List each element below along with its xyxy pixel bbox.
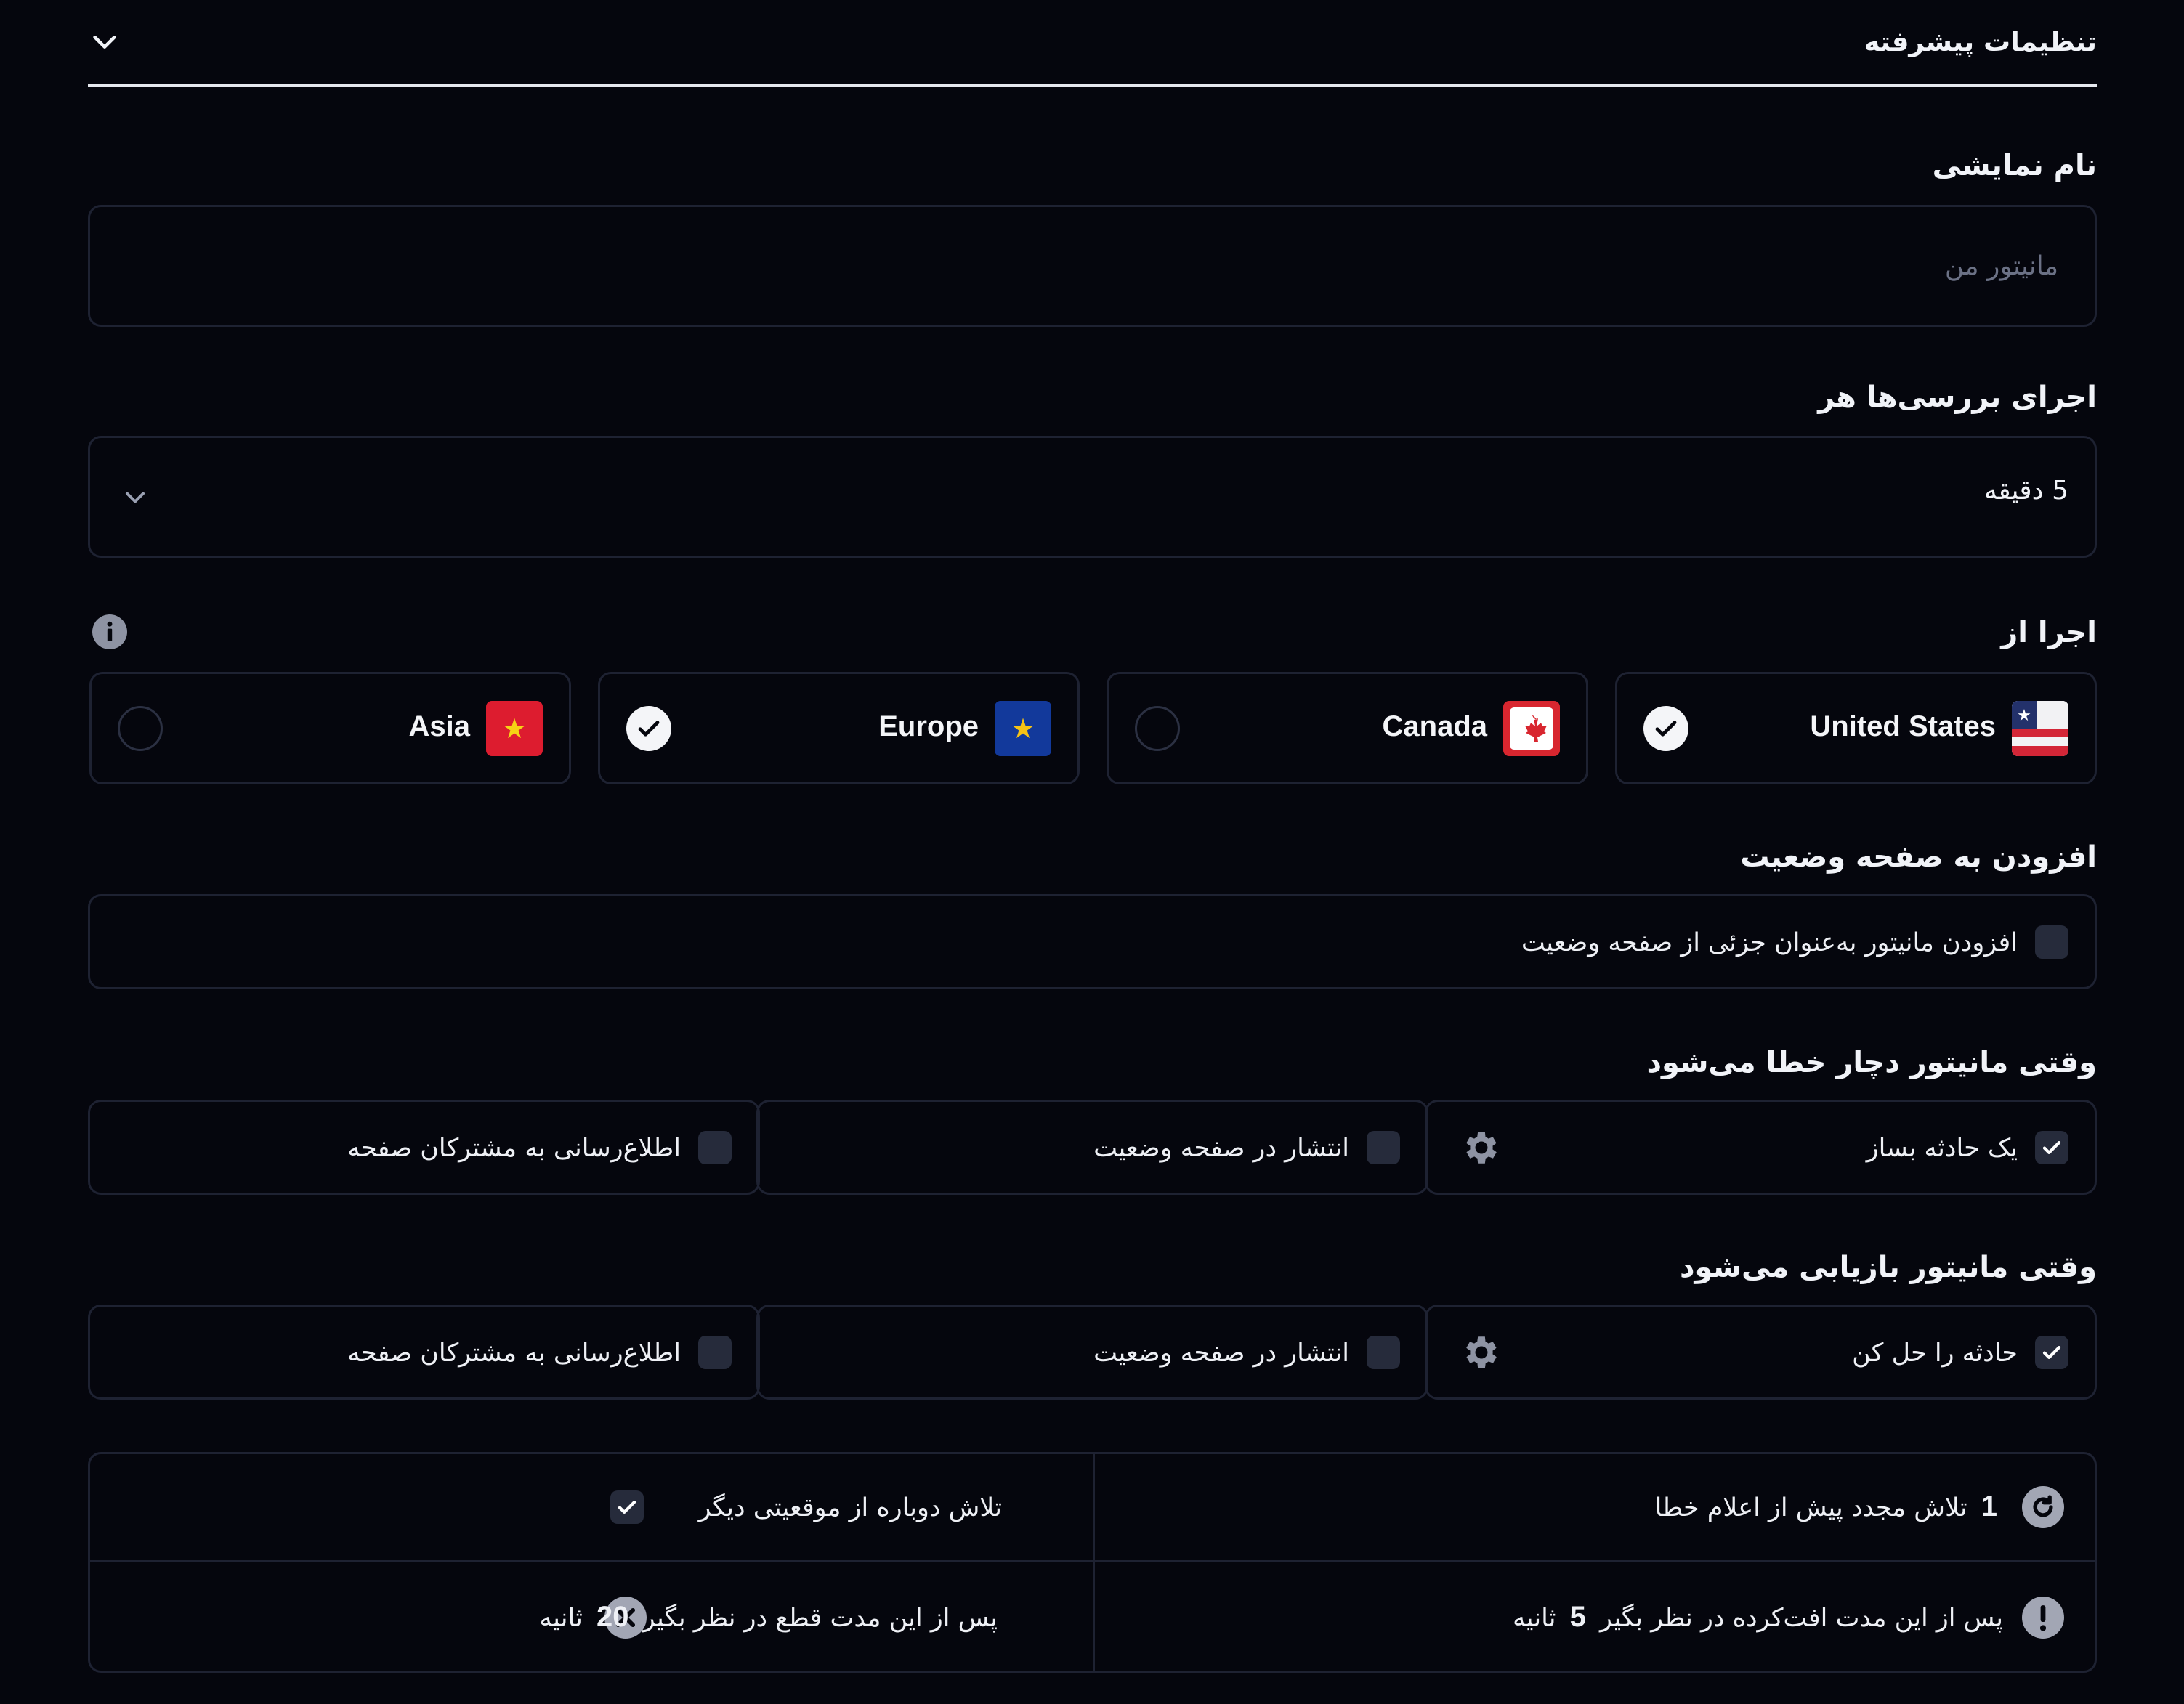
eu-flag-icon: ★ <box>995 701 1051 756</box>
gear-icon[interactable] <box>1460 1127 1502 1169</box>
create-incident-cell: یک حادثه بساز <box>1425 1100 2097 1195</box>
region-radio-checked[interactable] <box>626 706 671 751</box>
status-page-label: افزودن به صفحه وضعیت <box>1740 840 2097 874</box>
region-radio-unchecked[interactable] <box>118 706 163 751</box>
region-card-canada[interactable]: Canada <box>1107 672 1588 784</box>
status-page-checkbox[interactable] <box>2035 925 2068 959</box>
status-page-option-label: افزودن مانیتور به‌عنوان جزئی از صفحه وضع… <box>1521 928 2018 957</box>
region-card-united-states[interactable]: ★ United States <box>1615 672 2097 784</box>
publish-status-cell: انتشار در صفحه وضعیت <box>756 1305 1428 1400</box>
chevron-down-icon <box>125 492 145 503</box>
status-page-option-row: افزودن مانیتور به‌عنوان جزئی از صفحه وضع… <box>88 894 2097 989</box>
check-icon <box>2042 1346 2061 1359</box>
timeout-prefix: پس از این مدت قطع در نظر بگیر <box>642 1604 998 1633</box>
advanced-settings-toggle[interactable]: تنظیمات پیشرفته <box>88 0 2097 87</box>
interval-label: اجرای بررسی‌ها هر <box>1818 381 2097 414</box>
retry-timeout-options: 1 تلاش مجدد پیش از اعلام خطا تلاش دوباره… <box>88 1452 2097 1673</box>
retries-count: 1 <box>1981 1490 1997 1522</box>
us-flag-icon: ★ <box>2012 701 2068 756</box>
gear-icon[interactable] <box>1460 1331 1502 1374</box>
notify-subscribers-cell: اطلاع‌رسانی به مشترکان صفحه <box>88 1100 760 1195</box>
retry-other-location-checkbox[interactable] <box>610 1490 644 1524</box>
on-failure-options: یک حادثه بساز انتشار در صفحه وضعیت اطلاع… <box>88 1100 2097 1195</box>
svg-text:★: ★ <box>2017 707 2031 725</box>
check-icon <box>2042 1141 2061 1154</box>
publish-status-checkbox[interactable] <box>1367 1131 1400 1164</box>
publish-status-checkbox[interactable] <box>1367 1336 1400 1369</box>
degraded-prefix: پس از این مدت افت‌کرده در نظر بگیر <box>1600 1604 2003 1633</box>
region-name: Canada <box>1382 710 1488 742</box>
retry-other-location-label: تلاش دوباره از موقعیتی دیگر <box>698 1493 1002 1522</box>
check-icon <box>1655 721 1677 737</box>
publish-status-label: انتشار در صفحه وضعیت <box>1093 1134 1349 1163</box>
on-recovery-label: وقتی مانیتور بازیابی می‌شود <box>1680 1251 2097 1284</box>
info-icon[interactable] <box>92 614 127 649</box>
region-name: United States <box>1810 710 1996 742</box>
asia-flag-icon: ★ <box>486 701 543 756</box>
publish-status-label: انتشار در صفحه وضعیت <box>1093 1339 1349 1368</box>
warning-icon[interactable] <box>2022 1597 2064 1639</box>
timeout-value: 20 <box>596 1601 629 1633</box>
grid-divider <box>90 1560 2095 1562</box>
on-recovery-options: حادثه را حل کن انتشار در صفحه وضعیت اطلا… <box>88 1305 2097 1400</box>
svg-text:★: ★ <box>1011 713 1035 745</box>
display-name-input[interactable] <box>90 207 2095 325</box>
retry-icon[interactable] <box>2022 1486 2064 1528</box>
notify-subscribers-checkbox[interactable] <box>698 1131 732 1164</box>
region-name: Asia <box>408 710 471 742</box>
check-icon <box>618 1501 636 1514</box>
monitor-settings-form: تنظیمات پیشرفته نام نمایشی اجرای بررسی‌ه… <box>88 0 2097 1704</box>
svg-text:★: ★ <box>502 713 527 745</box>
canada-flag-icon <box>1503 701 1560 756</box>
degraded-setting[interactable]: پس از این مدت افت‌کرده در نظر بگیر 5 ثان… <box>1513 1601 2003 1634</box>
region-radio-checked[interactable] <box>1643 706 1688 751</box>
notify-subscribers-label: اطلاع‌رسانی به مشترکان صفحه <box>347 1339 681 1368</box>
create-incident-label: یک حادثه بساز <box>1866 1134 2018 1163</box>
retries-text: تلاش مجدد پیش از اعلام خطا <box>1654 1493 1967 1522</box>
check-icon <box>638 721 660 737</box>
create-incident-checkbox[interactable] <box>2035 1131 2068 1164</box>
advanced-settings-title: تنظیمات پیشرفته <box>1864 26 2097 57</box>
notify-subscribers-cell: اطلاع‌رسانی به مشترکان صفحه <box>88 1305 760 1400</box>
resolve-incident-cell: حادثه را حل کن <box>1425 1305 2097 1400</box>
regions-label: اجرا از <box>2001 616 2097 649</box>
interval-selected-value: 5 دقیقه <box>1984 476 2068 506</box>
grid-divider <box>1093 1454 1095 1671</box>
region-card-asia[interactable]: ★ Asia <box>89 672 571 784</box>
resolve-incident-checkbox[interactable] <box>2035 1336 2068 1369</box>
region-card-europe[interactable]: ★ Europe <box>598 672 1080 784</box>
display-name-field <box>88 205 2097 327</box>
display-name-label: نام نمایشی <box>1932 149 2097 182</box>
degraded-unit: ثانیه <box>1513 1604 1556 1633</box>
notify-subscribers-checkbox[interactable] <box>698 1336 732 1369</box>
timeout-setting[interactable]: پس از این مدت قطع در نظر بگیر 20 ثانیه <box>539 1601 998 1634</box>
degraded-value: 5 <box>1569 1601 1586 1633</box>
region-name: Europe <box>878 710 979 742</box>
chevron-down-icon <box>93 35 116 49</box>
region-radio-unchecked[interactable] <box>1135 706 1180 751</box>
resolve-incident-label: حادثه را حل کن <box>1852 1339 2018 1368</box>
on-failure-label: وقتی مانیتور دچار خطا می‌شود <box>1646 1046 2097 1079</box>
timeout-unit: ثانیه <box>539 1604 583 1633</box>
publish-status-cell: انتشار در صفحه وضعیت <box>756 1100 1428 1195</box>
interval-select[interactable]: 5 دقیقه <box>88 436 2097 558</box>
retries-setting[interactable]: 1 تلاش مجدد پیش از اعلام خطا <box>1655 1490 2003 1523</box>
notify-subscribers-label: اطلاع‌رسانی به مشترکان صفحه <box>347 1134 681 1163</box>
